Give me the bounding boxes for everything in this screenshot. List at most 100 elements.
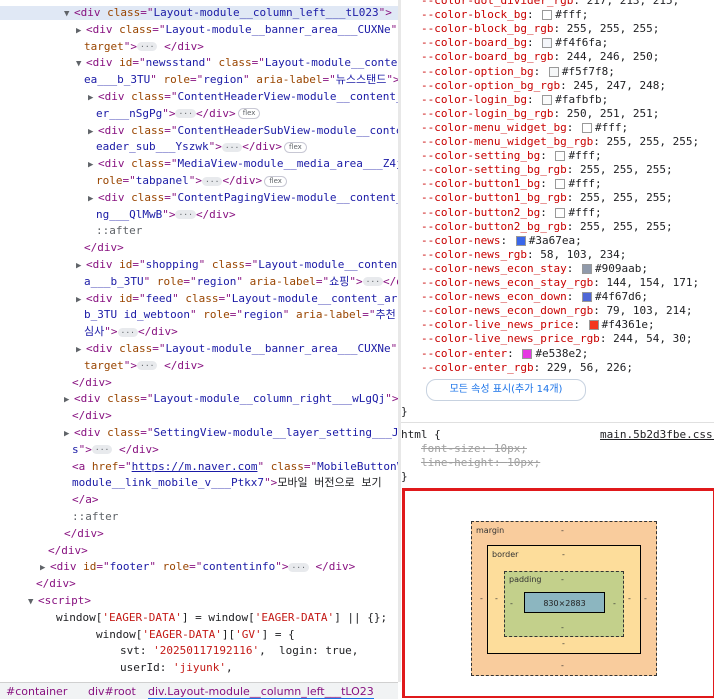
dom-tree-line[interactable]: </div>: [0, 376, 112, 390]
code-token[interactable]: role: [203, 308, 230, 321]
dom-tree-line[interactable]: ▶ <div class="MediaView-module__media_are…: [0, 157, 398, 171]
dom-tree-line[interactable]: userId: 'jiyunk',: [0, 661, 233, 675]
stylesheet-source-link[interactable]: main.5b2d3fbe.css:4: [600, 428, 714, 442]
margin-bottom-value[interactable]: -: [561, 661, 564, 670]
flex-badge[interactable]: flex: [284, 141, 307, 153]
dom-tree-line[interactable]: ::after: [0, 510, 118, 524]
show-all-properties-button[interactable]: 모든 속성 표시(추가 14개): [426, 379, 586, 401]
dom-tree-line[interactable]: module__link_mobile_v___Ptkx7">모바일 버전으로 …: [0, 476, 382, 490]
code-token[interactable]: id: [119, 258, 132, 271]
ellipsis-expand-icon[interactable]: ···: [91, 445, 113, 455]
dom-tree-line[interactable]: svt: '20250117192116', login: true,: [0, 644, 358, 658]
css-variable-value[interactable]: 229, 56, 226: [547, 361, 626, 374]
code-token[interactable]: 추천 관: [375, 308, 398, 321]
css-variable-name[interactable]: --color-news: [421, 234, 500, 247]
border-left-value[interactable]: -: [495, 594, 498, 603]
box-model-margin[interactable]: margin - - - - border - - - - padding - …: [471, 521, 657, 676]
dom-tree-line[interactable]: ▶ <div id="shopping" class="Layout-module…: [0, 258, 398, 272]
code-token[interactable]: ContentHeaderView-module__content_head: [178, 90, 399, 103]
expand-arrow-icon[interactable]: ▶: [64, 394, 74, 407]
css-variable-value[interactable]: #3a67ea: [529, 234, 575, 247]
color-swatch-icon[interactable]: [542, 94, 553, 105]
css-variable-value[interactable]: 255, 255, 255: [580, 220, 666, 233]
css-variable-row[interactable]: --color-button2_bg: #fff;: [421, 206, 602, 220]
code-token[interactable]: class: [212, 258, 245, 271]
css-variable-value[interactable]: 244, 54, 30: [613, 332, 686, 345]
css-variable-name[interactable]: --color-news_econ_down_rgb: [421, 304, 593, 317]
code-token[interactable]: id: [83, 560, 96, 573]
dom-tree-line[interactable]: target"> ··· </div>: [0, 40, 204, 54]
dom-tree-line[interactable]: eader_sub___Yszwk"> ··· </div> flex: [0, 140, 307, 154]
code-token[interactable]: role: [163, 73, 190, 86]
code-token[interactable]: newsstand: [146, 56, 206, 69]
code-token[interactable]: Layout-module__content_are: [258, 258, 398, 271]
css-variable-name[interactable]: --color-dot_divider_rgb: [421, 0, 573, 7]
dom-tree-line[interactable]: s"> ··· </div>: [0, 443, 159, 457]
content-size[interactable]: 830×2883: [543, 599, 585, 608]
css-variable-row[interactable]: --color-menu_widget_bg_rgb: 255, 255, 25…: [421, 135, 699, 149]
dom-tree-line[interactable]: </div>: [0, 527, 104, 541]
css-variable-value[interactable]: #e538e2: [535, 347, 581, 360]
css-variable-name[interactable]: --color-button1_bg_rgb: [421, 191, 567, 204]
dom-tree-line[interactable]: ▶ <div class="Layout-module__banner_area_…: [0, 342, 397, 356]
code-token[interactable]: region: [197, 275, 237, 288]
breadcrumb-column-left[interactable]: div.Layout-module__column_left___tLO23: [148, 685, 374, 699]
color-swatch-icon[interactable]: [581, 263, 592, 274]
code-token[interactable]: MediaView-module__media_area___Z4js3: [178, 157, 399, 170]
css-variable-value[interactable]: 255, 255, 255: [606, 135, 692, 148]
collapse-arrow-icon[interactable]: ▼: [28, 596, 38, 609]
dom-tree-line[interactable]: </div>: [0, 409, 112, 423]
css-variable-value[interactable]: #fff: [568, 206, 595, 219]
css-variable-value[interactable]: 255, 255, 255: [580, 163, 666, 176]
dom-tree-line[interactable]: ▼ <script>: [0, 594, 91, 608]
breadcrumb-container[interactable]: #container: [6, 685, 67, 698]
code-token[interactable]: 쇼핑: [329, 275, 349, 288]
css-variable-row[interactable]: --color-block_bg: #fff;: [421, 8, 588, 22]
css-variable-row[interactable]: --color-enter_rgb: 229, 56, 226;: [421, 361, 633, 375]
color-swatch-icon[interactable]: [522, 348, 533, 359]
css-variable-name[interactable]: --color-news_rgb: [421, 248, 527, 261]
css-variable-name[interactable]: --color-board_bg: [421, 36, 527, 49]
color-swatch-icon[interactable]: [555, 207, 566, 218]
css-variable-name[interactable]: --color-block_bg: [421, 8, 527, 21]
dom-tree-line[interactable]: ▶ <div class="ContentHeaderView-module__c…: [0, 90, 398, 104]
css-variable-row[interactable]: --color-menu_widget_bg: #fff;: [421, 121, 628, 135]
css-variable-value[interactable]: #fff: [568, 149, 595, 162]
dom-tree-line[interactable]: role="tabpanel"> ··· </div> flex: [0, 174, 287, 188]
code-token[interactable]: SettingView-module__layer_setting___JwfQ: [154, 426, 399, 439]
code-token[interactable]: class: [107, 6, 140, 19]
css-variable-value[interactable]: #f4f6fa: [555, 36, 601, 49]
code-token[interactable]: class: [185, 292, 218, 305]
color-swatch-icon[interactable]: [542, 38, 553, 49]
css-variable-row[interactable]: --color-live_news_price: #f4361e;: [421, 318, 655, 332]
code-token[interactable]: class: [119, 23, 152, 36]
css-variable-value[interactable]: 217, 213, 215: [587, 0, 673, 7]
code-token[interactable]: class: [218, 56, 251, 69]
css-variable-name[interactable]: --color-login_bg: [421, 93, 527, 106]
code-token[interactable]: ng___QlMwB: [96, 208, 162, 221]
ellipsis-expand-icon[interactable]: ···: [221, 142, 243, 152]
code-token[interactable]: er___nSgPg: [96, 107, 162, 120]
css-variable-name[interactable]: --color-button1_bg: [421, 177, 540, 190]
ellipsis-expand-icon[interactable]: ···: [137, 42, 158, 52]
css-variable-row[interactable]: --color-option_bg: #f5f7f8;: [421, 65, 615, 79]
margin-right-value[interactable]: -: [644, 594, 647, 603]
css-variable-value[interactable]: 244, 246, 250: [567, 50, 653, 63]
dom-tree-line[interactable]: </div>: [0, 241, 124, 255]
code-token[interactable]: role: [96, 174, 123, 187]
code-token[interactable]: role: [157, 275, 184, 288]
code-token[interactable]: target: [84, 40, 124, 53]
color-swatch-icon[interactable]: [581, 292, 592, 303]
code-token[interactable]: s: [72, 443, 79, 456]
css-variable-name[interactable]: --color-setting_bg: [421, 149, 540, 162]
margin-top-value[interactable]: -: [561, 526, 564, 535]
css-variable-row[interactable]: --color-news: #3a67ea;: [421, 234, 582, 248]
css-variable-name[interactable]: --color-button2_bg: [421, 206, 540, 219]
css-variable-value[interactable]: 255, 255, 255: [580, 191, 666, 204]
code-token[interactable]: class: [131, 124, 164, 137]
code-token[interactable]: aria-label: [296, 308, 362, 321]
expand-arrow-icon[interactable]: ▶: [76, 344, 86, 357]
flex-badge[interactable]: flex: [264, 175, 287, 187]
ellipsis-expand-icon[interactable]: ···: [137, 361, 158, 371]
css-variable-row[interactable]: --color-news_econ_down: #4f67d6;: [421, 290, 648, 304]
